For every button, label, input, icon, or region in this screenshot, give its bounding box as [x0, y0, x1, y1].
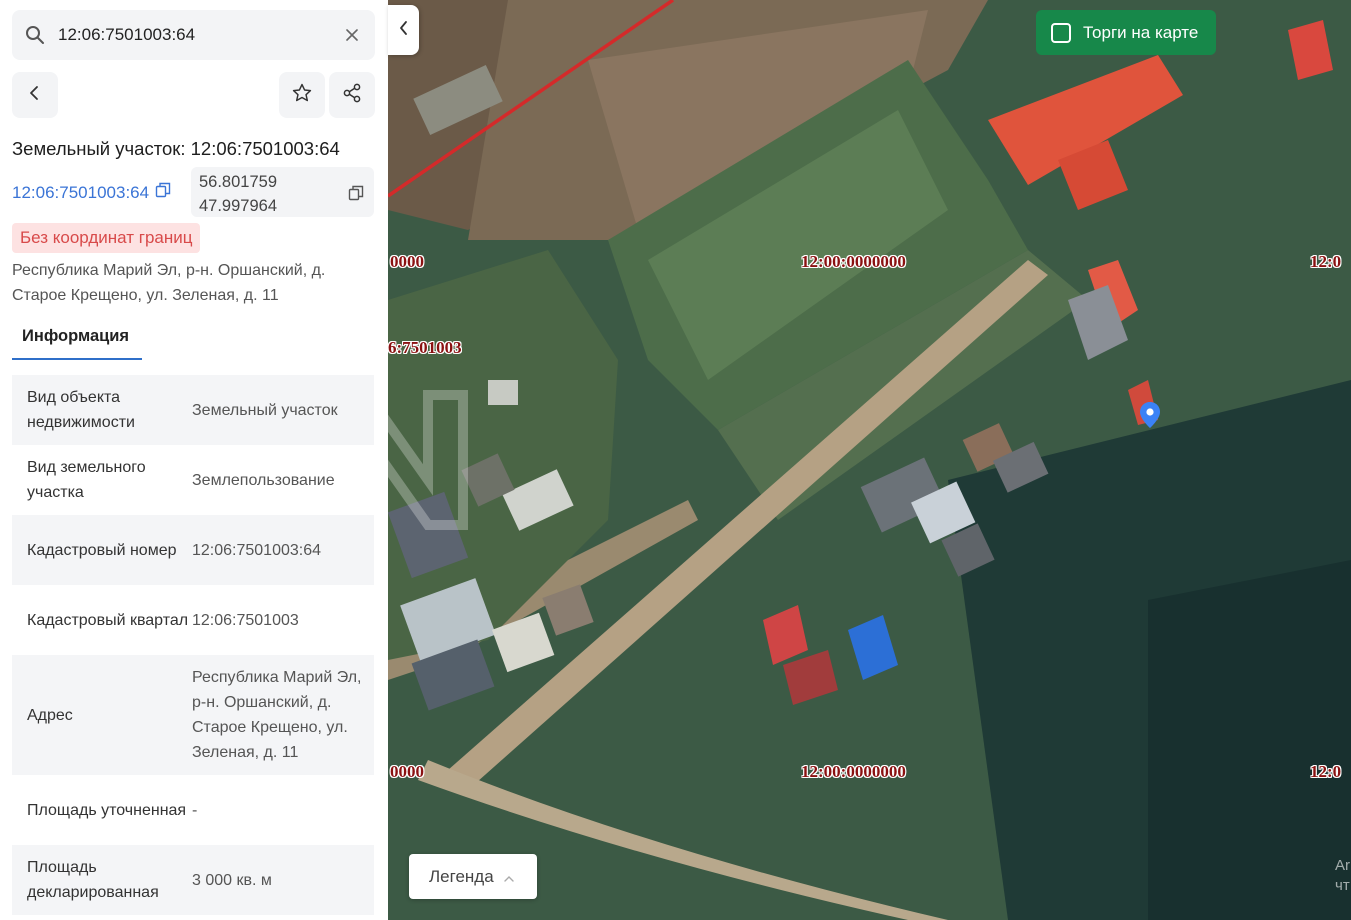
sidebar: Земельный участок: 12:06:7501003:64 12:0… — [0, 0, 388, 920]
chevron-left-icon — [398, 20, 410, 41]
legend-label: Легенда — [429, 866, 494, 886]
row-value: - — [192, 801, 198, 819]
table-row: Кадастровый номер 12:06:7501003:64 — [12, 515, 374, 585]
search-bar — [12, 10, 375, 60]
auctions-toggle-label: Торги на карте — [1083, 22, 1199, 42]
row-key: Кадастровый квартал — [27, 611, 189, 629]
map-label-cadastral: 12:0 — [1310, 252, 1342, 271]
row-value: 12:06:7501003:64 — [192, 541, 322, 559]
status-badge: Без координат границ — [12, 223, 201, 253]
row-key: Площадь уточненная — [27, 801, 187, 819]
table-row: Площадь декларированная 3 000 кв. м — [12, 845, 374, 915]
map-pin-icon[interactable] — [1138, 401, 1162, 429]
satellite-imagery — [388, 0, 1351, 920]
table-row: Вид объекта недвижимости Земельный участ… — [12, 375, 374, 445]
map-label-cadastral: 12:00:0000000 — [801, 762, 906, 781]
map-label-cadastral: 0000 — [390, 252, 424, 271]
close-icon[interactable] — [343, 26, 361, 44]
collapse-sidebar-button[interactable] — [388, 5, 419, 55]
row-key: Адрес — [27, 706, 73, 724]
row-key: Площадь декларированная — [27, 859, 159, 901]
map-label-cadastral: 12:0 — [1310, 762, 1342, 781]
cadastral-number-link[interactable]: 12:06:7501003:64 — [12, 182, 171, 203]
copy-icon[interactable] — [348, 184, 364, 208]
object-address: Республика Марий Эл, р-н. Оршанский, д. … — [12, 262, 326, 304]
share-button[interactable] — [329, 72, 375, 118]
map-attribution: Ar чт — [1335, 857, 1350, 894]
search-input[interactable] — [58, 25, 343, 45]
row-key: Кадастровый номер — [27, 541, 177, 559]
row-value: 3 000 кв. м — [192, 871, 272, 889]
info-table: Вид объекта недвижимости Земельный участ… — [12, 375, 374, 915]
table-row: Площадь уточненная - — [12, 775, 374, 845]
copy-icon[interactable] — [155, 182, 171, 203]
table-row: Кадастровый квартал 12:06:7501003 — [12, 585, 374, 655]
chevron-left-icon — [28, 85, 42, 106]
map-label-cadastral: 12:00:0000000 — [801, 252, 906, 271]
satellite-map[interactable]: 0000 12:00:0000000 12:0 6:7501003 0000 1… — [388, 0, 1351, 920]
coordinates-box: 56.801759 47.997964 — [191, 167, 374, 217]
favorite-button[interactable] — [279, 72, 325, 118]
auctions-toggle-button[interactable]: Торги на карте — [1036, 10, 1216, 55]
cadastral-number-text[interactable]: 12:06:7501003:64 — [12, 183, 149, 203]
map-label-cadastral: 0000 — [390, 762, 424, 781]
back-button[interactable] — [12, 72, 58, 118]
row-key: Вид объекта недвижимости — [27, 389, 135, 431]
row-value: Республика Марий Эл, р-н. Оршанский, д. … — [192, 669, 362, 761]
row-key: Вид земельного участка — [27, 459, 146, 501]
row-value: Землепользование — [192, 471, 335, 489]
tab-information[interactable]: Информация — [12, 314, 142, 360]
page-title: Земельный участок: 12:06:7501003:64 — [12, 138, 340, 159]
share-icon — [342, 83, 362, 108]
legend-button[interactable]: Легенда — [409, 854, 537, 899]
search-icon[interactable] — [24, 24, 46, 46]
row-value: Земельный участок — [192, 401, 338, 419]
chevron-up-icon — [503, 867, 514, 887]
row-value: 12:06:7501003 — [192, 611, 299, 629]
table-row: Адрес Республика Марий Эл, р-н. Оршански… — [12, 655, 374, 775]
map-label-quarter: 6:7501003 — [388, 338, 462, 357]
table-row: Вид земельного участка Землепользование — [12, 445, 374, 515]
checkbox-icon[interactable] — [1051, 22, 1071, 43]
star-icon — [291, 82, 313, 109]
